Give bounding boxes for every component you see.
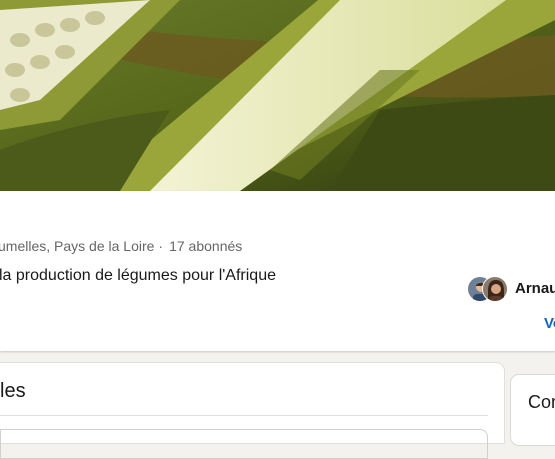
member-photo-icon	[483, 277, 507, 301]
group-tagline: la production de légumes pour l'Afrique	[0, 267, 276, 284]
side-card: Con	[511, 375, 555, 445]
see-all-link[interactable]: Vo	[544, 315, 555, 332]
group-location: umelles, Pays de la Loire	[0, 238, 155, 254]
okra-cover-image	[0, 0, 555, 191]
member-avatars[interactable]	[467, 276, 511, 302]
avatar	[482, 276, 508, 302]
group-meta: umelles, Pays de la Loire · 17 abonnés	[0, 238, 242, 254]
group-profile-card: umelles, Pays de la Loire · 17 abonnés la …	[0, 191, 555, 351]
meta-separator: ·	[158, 238, 164, 254]
followers-count[interactable]: 17 abonnés	[169, 238, 242, 254]
cover-banner	[0, 0, 555, 191]
member-name[interactable]: Arnau	[515, 280, 555, 297]
section-title: les	[0, 380, 26, 402]
main-section-card: les	[0, 363, 504, 459]
divider	[0, 415, 488, 416]
side-card-title: Con	[528, 392, 555, 412]
